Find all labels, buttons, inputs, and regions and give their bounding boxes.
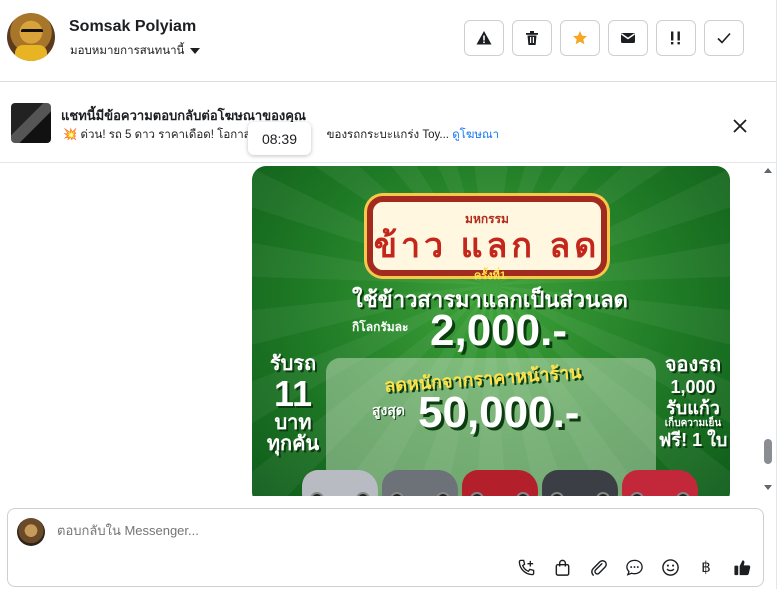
mark-done-button[interactable] <box>704 20 744 56</box>
mark-unread-button[interactable] <box>608 20 648 56</box>
promo-cars <box>292 464 698 496</box>
header-actions <box>464 20 744 56</box>
scroll-down-arrow-icon[interactable] <box>764 485 772 490</box>
promo-right-c: รับแก้ว <box>666 397 720 418</box>
promo-left-a: รับรถ <box>269 353 317 375</box>
star-button[interactable] <box>560 20 600 56</box>
delete-button[interactable] <box>512 20 552 56</box>
car-silver <box>302 470 378 496</box>
scrollbar-thumb[interactable] <box>764 439 772 464</box>
close-icon <box>733 119 747 133</box>
saved-replies-button[interactable] <box>624 557 644 577</box>
promo-right-d: เก็บความเย็น <box>664 418 722 430</box>
like-button[interactable] <box>732 557 752 577</box>
assign-dropdown[interactable]: มอบหมายการสนทนานี้ <box>70 42 201 60</box>
composer-tools: ฿ <box>516 557 752 577</box>
envelope-icon <box>621 33 635 43</box>
avatar-glasses <box>21 29 43 35</box>
ad-subtitle-tail: ของรถกระบะแกร่ง Toy... <box>326 129 449 141</box>
message-composer: ฿ <box>7 508 764 587</box>
promo-sign: มหกรรม ข้าว แลก ลด <box>367 196 607 276</box>
attachment-icon <box>590 559 607 576</box>
follow-up-icon <box>671 31 680 45</box>
ad-reply-banner: แชทนี้มีข้อความตอบกลับต่อโฆษณาของคุณ 💥 ด… <box>0 83 777 163</box>
promo-per-kg: กิโลกรัมละ <box>352 320 409 334</box>
promo-right-a: จองรถ <box>664 354 722 376</box>
promo-right-e: ฟรี! 1 ใบ <box>658 429 728 450</box>
explosion-emoji-icon: 💥 <box>63 129 78 141</box>
promo-left-d: ทุกคัน <box>266 432 320 455</box>
call-button[interactable] <box>516 557 536 577</box>
call-icon <box>518 559 534 575</box>
chat-bubble-icon <box>625 559 643 576</box>
thumbs-up-icon <box>733 559 750 575</box>
warning-icon <box>476 31 492 45</box>
ad-thumbnail[interactable] <box>11 103 51 143</box>
conversation-view: Somsak Polyiam มอบหมายการสนทนานี้ แชทนี้… <box>0 0 777 589</box>
ad-subtitle-text: ด่วน! รถ 5 ดาว ราคาเดือด! โอกาสที่ <box>80 129 259 141</box>
scroll-up-arrow-icon[interactable] <box>764 168 772 173</box>
reply-input[interactable] <box>57 523 657 538</box>
car-red <box>462 470 538 496</box>
contact-name[interactable]: Somsak Polyiam <box>69 18 196 36</box>
close-banner-button[interactable] <box>728 114 752 138</box>
avatar[interactable] <box>7 13 55 61</box>
emoji-icon <box>661 558 679 576</box>
follow-up-button[interactable] <box>656 20 696 56</box>
page-avatar <box>17 518 45 546</box>
attach-button[interactable] <box>588 557 608 577</box>
promo-amount1: 2,000.- <box>430 306 567 355</box>
shop-button[interactable] <box>552 557 572 577</box>
report-button[interactable] <box>464 20 504 56</box>
car-dark <box>542 470 618 496</box>
star-icon <box>573 31 587 45</box>
promo-left-column: รับรถ 11 บาท ทุกคัน <box>260 354 326 455</box>
assign-label: มอบหมายการสนทนานี้ <box>70 45 185 57</box>
check-icon <box>717 32 731 44</box>
avatar-shirt <box>15 45 47 61</box>
car-red-2 <box>622 470 698 496</box>
promo-left-c: บาท <box>274 411 312 434</box>
promo-sign-big: ข้าว แลก ลด <box>373 226 601 265</box>
message-list: มหกรรม ข้าว แลก ลด ครั้งที่1 ใช้ข้าวสารม… <box>0 164 777 496</box>
payment-button[interactable]: ฿ <box>696 557 716 577</box>
promo-right-b: 1,000 <box>670 377 716 397</box>
promo-left-b: 11 <box>273 373 313 414</box>
chevron-down-icon <box>190 48 201 54</box>
promo-right-column: จองรถ 1,000 รับแก้ว เก็บความเย็น ฟรี! 1 … <box>656 354 730 451</box>
promo-amount2: 50,000.- <box>418 388 580 437</box>
conversation-header: Somsak Polyiam มอบหมายการสนทนานี้ <box>0 0 777 82</box>
promo-image[interactable]: มหกรรม ข้าว แลก ลด ครั้งที่1 ใช้ข้าวสารม… <box>252 166 730 496</box>
baht-icon: ฿ <box>701 559 711 576</box>
view-ad-link[interactable]: ดูโฆษณา <box>452 129 499 141</box>
promo-sign-small: มหกรรม <box>465 211 509 226</box>
shopping-bag-icon <box>555 559 569 576</box>
trash-icon <box>526 31 538 45</box>
car-gray <box>382 470 458 496</box>
timestamp-tooltip: 08:39 <box>248 122 311 155</box>
promo-max-label: สูงสุด <box>372 402 406 418</box>
emoji-button[interactable] <box>660 557 680 577</box>
